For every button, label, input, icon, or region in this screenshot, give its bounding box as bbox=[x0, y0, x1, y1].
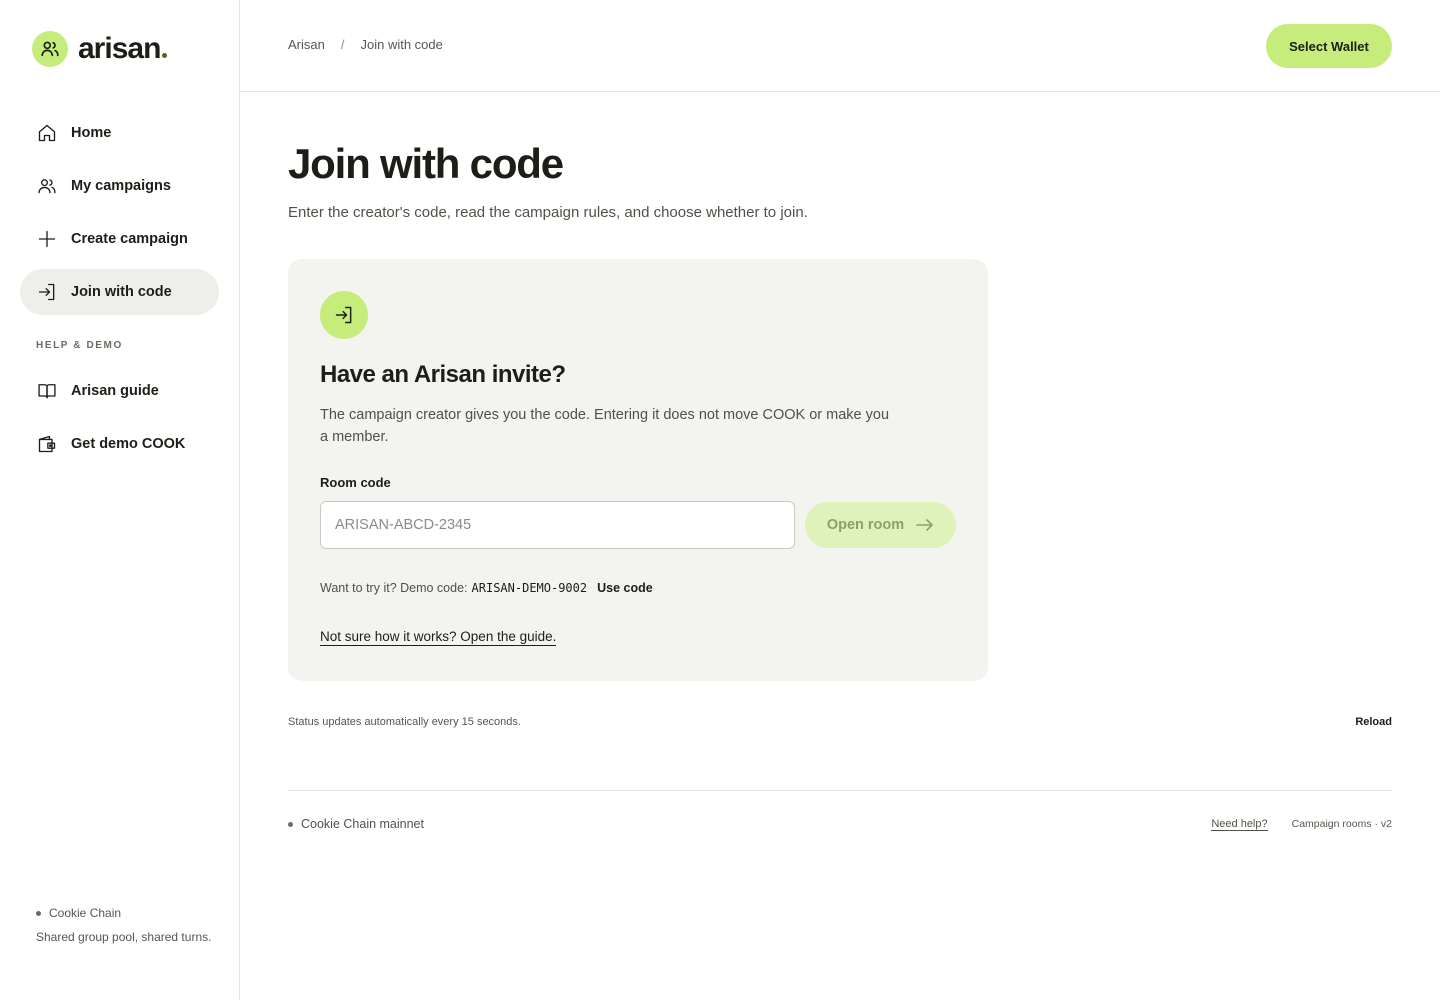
network-name: Cookie Chain mainnet bbox=[301, 817, 424, 831]
status-row: Status updates automatically every 15 se… bbox=[288, 716, 1392, 728]
status-dot-icon bbox=[288, 821, 293, 827]
room-code-label: Room code bbox=[320, 475, 391, 490]
sidebar-item-label: Home bbox=[71, 125, 112, 141]
plus-icon bbox=[37, 229, 57, 249]
status-dot-icon bbox=[36, 910, 41, 916]
need-help-link[interactable]: Need help? bbox=[1211, 818, 1268, 831]
main-content: Join with code Enter the creator's code,… bbox=[288, 92, 1392, 831]
wallet-icon bbox=[37, 434, 57, 454]
users-icon bbox=[37, 176, 57, 196]
open-guide-link[interactable]: Not sure how it works? Open the guide. bbox=[320, 629, 557, 646]
network-status: Cookie Chain mainnet bbox=[288, 817, 424, 831]
sidebar-item-my-campaigns[interactable]: My campaigns bbox=[20, 163, 219, 209]
sidebar-item-get-demo-cook[interactable]: Get demo COOK bbox=[20, 421, 219, 467]
sidebar-nav: Home My campaigns Create campaign Join w… bbox=[20, 110, 219, 474]
use-code-button[interactable]: Use code bbox=[597, 581, 653, 595]
sidebar-item-home[interactable]: Home bbox=[20, 110, 219, 156]
open-room-button[interactable]: Open room bbox=[805, 502, 956, 548]
select-wallet-button[interactable]: Select Wallet bbox=[1266, 24, 1392, 68]
sidebar-item-create-campaign[interactable]: Create campaign bbox=[20, 216, 219, 262]
top-bar: Arisan / Join with code Select Wallet bbox=[240, 0, 1440, 92]
footer: Cookie Chain mainnet Need help? Campaign… bbox=[288, 790, 1392, 831]
login-icon bbox=[37, 282, 57, 302]
sidebar-footer: Cookie Chain Shared group pool, shared t… bbox=[36, 906, 216, 947]
sidebar-item-label: Create campaign bbox=[71, 231, 188, 247]
demo-code-line: Want to try it? Demo code: ARISAN-DEMO-9… bbox=[320, 581, 653, 595]
breadcrumb-item-arisan[interactable]: Arisan bbox=[288, 37, 325, 52]
chain-status: Cookie Chain bbox=[36, 906, 216, 920]
sidebar: arisan Home My campaigns Create campaign… bbox=[0, 0, 240, 1000]
demo-code: ARISAN-DEMO-9002 bbox=[471, 581, 588, 595]
open-room-label: Open room bbox=[826, 517, 905, 533]
card-title: Have an Arisan invite? bbox=[320, 361, 566, 388]
breadcrumb-item-current: Join with code bbox=[360, 37, 443, 52]
chain-name: Cookie Chain bbox=[49, 906, 122, 920]
version-label: Campaign rooms · v2 bbox=[1291, 818, 1392, 830]
sidebar-item-label: Arisan guide bbox=[71, 383, 159, 399]
book-icon bbox=[37, 381, 57, 401]
login-icon bbox=[320, 291, 368, 339]
join-code-card: Have an Arisan invite? The campaign crea… bbox=[288, 259, 988, 681]
breadcrumb: Arisan / Join with code bbox=[288, 37, 443, 52]
users-logo-icon bbox=[32, 31, 68, 67]
brand-name: arisan bbox=[78, 32, 168, 66]
sidebar-item-arisan-guide[interactable]: Arisan guide bbox=[20, 368, 219, 414]
sidebar-item-label: My campaigns bbox=[71, 178, 171, 194]
card-description: The campaign creator gives you the code.… bbox=[320, 407, 890, 445]
chain-description: Shared group pool, shared turns. bbox=[36, 930, 212, 944]
arrow-right-icon bbox=[916, 518, 934, 532]
reload-button[interactable]: Reload bbox=[1355, 716, 1392, 728]
sidebar-item-label: Get demo COOK bbox=[71, 436, 186, 452]
status-text: Status updates automatically every 15 se… bbox=[288, 716, 521, 728]
demo-code-prefix: Want to try it? Demo code: bbox=[320, 581, 468, 595]
breadcrumb-separator: / bbox=[340, 37, 345, 52]
sidebar-section-label: HELP & DEMO bbox=[36, 340, 123, 351]
sidebar-item-join-with-code[interactable]: Join with code bbox=[20, 269, 219, 315]
home-icon bbox=[37, 123, 57, 143]
brand-logo[interactable]: arisan bbox=[32, 31, 168, 67]
room-code-input[interactable] bbox=[320, 501, 795, 549]
sidebar-item-label: Join with code bbox=[71, 284, 172, 300]
page-title: Join with code bbox=[288, 140, 564, 187]
page-subtitle: Enter the creator's code, read the campa… bbox=[288, 204, 808, 221]
